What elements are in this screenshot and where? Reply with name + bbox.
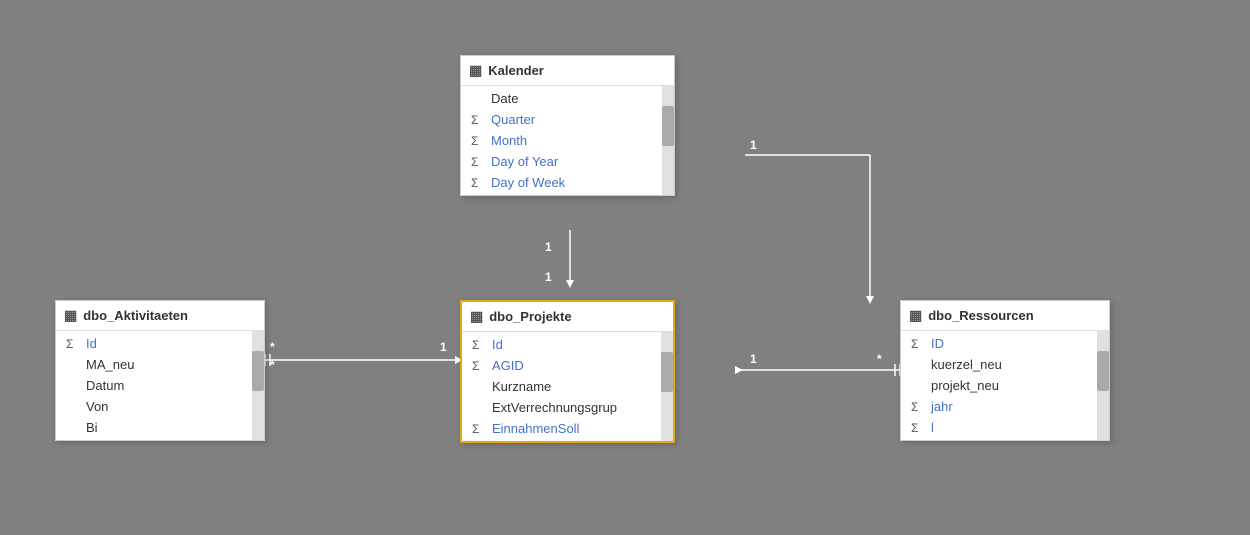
relation-label-aktiv-proj-left: * <box>270 340 275 354</box>
field-kalender-month[interactable]: Σ Month <box>461 130 660 151</box>
field-kalender-quarter[interactable]: Σ Quarter <box>461 109 660 130</box>
field-projekte-id[interactable]: Σ Id <box>462 334 659 355</box>
field-kalender-dayofyear[interactable]: Σ Day of Year <box>461 151 660 172</box>
table-projekte-icon: ▦ <box>470 308 483 325</box>
field-kalender-date[interactable]: Date <box>461 88 660 109</box>
field-label: EinnahmenSoll <box>492 421 579 436</box>
scrollbar-aktivitaeten-thumb[interactable] <box>252 351 264 391</box>
sigma-icon: Σ <box>66 337 80 351</box>
field-aktiv-von[interactable]: Von <box>56 396 250 417</box>
table-aktivitaeten-header: ▦ dbo_Aktivitaeten <box>56 301 264 331</box>
field-label: l <box>931 420 934 435</box>
field-aktiv-datum[interactable]: Datum <box>56 375 250 396</box>
sigma-icon: Σ <box>911 400 925 414</box>
scrollbar-kalender-thumb[interactable] <box>662 106 674 146</box>
sigma-icon: Σ <box>472 359 486 373</box>
sigma-icon: Σ <box>472 422 486 436</box>
field-label: Id <box>86 336 97 351</box>
field-label: Day of Week <box>491 175 565 190</box>
scrollbar-kalender[interactable] <box>662 86 674 195</box>
table-ressourcen-title: dbo_Ressourcen <box>928 308 1033 323</box>
field-res-kuerzel[interactable]: kuerzel_neu <box>901 354 1095 375</box>
field-label: AGID <box>492 358 524 373</box>
field-label: Kurzname <box>492 379 551 394</box>
field-projekte-extverr[interactable]: ExtVerrechnungsgrup <box>462 397 659 418</box>
field-aktiv-bi[interactable]: Bi <box>56 417 250 438</box>
scrollbar-projekte[interactable] <box>661 332 673 441</box>
table-kalender[interactable]: ▦ Kalender Date Σ Quarter Σ Month Σ Day … <box>460 55 675 196</box>
relation-label-aktiv-proj-left2: * <box>270 358 275 372</box>
field-label: kuerzel_neu <box>931 357 1002 372</box>
scrollbar-ressourcen-thumb[interactable] <box>1097 351 1109 391</box>
field-label: Day of Year <box>491 154 558 169</box>
field-label: ID <box>931 336 944 351</box>
sigma-icon: Σ <box>471 113 485 127</box>
table-projekte-title: dbo_Projekte <box>489 309 571 324</box>
table-projekte-body: Σ Id Σ AGID Kurzname ExtVerrechnungsgrup… <box>462 332 673 441</box>
scrollbar-projekte-thumb[interactable] <box>661 352 673 392</box>
relation-label-kalender-projekte-top: 1 <box>545 240 552 254</box>
sigma-icon: Σ <box>471 176 485 190</box>
sigma-icon: Σ <box>911 421 925 435</box>
relation-label-kalender-projekte-bottom: 1 <box>545 270 552 284</box>
field-aktiv-maneu[interactable]: MA_neu <box>56 354 250 375</box>
table-kalender-icon: ▦ <box>469 62 482 79</box>
field-res-projekt[interactable]: projekt_neu <box>901 375 1095 396</box>
field-label: Month <box>491 133 527 148</box>
field-label: Date <box>491 91 518 106</box>
table-projekte-header: ▦ dbo_Projekte <box>462 302 673 332</box>
table-kalender-title: Kalender <box>488 63 544 78</box>
table-aktivitaeten-icon: ▦ <box>64 307 77 324</box>
sigma-icon: Σ <box>911 337 925 351</box>
table-kalender-header: ▦ Kalender <box>461 56 674 86</box>
table-ressourcen-body: Σ ID kuerzel_neu projekt_neu Σ jahr Σ l <box>901 331 1109 440</box>
relation-label-proj-res-right: * <box>877 352 882 366</box>
field-projekte-einnahmen[interactable]: Σ EinnahmenSoll <box>462 418 659 439</box>
sigma-icon: Σ <box>471 134 485 148</box>
scrollbar-ressourcen[interactable] <box>1097 331 1109 440</box>
table-dbo-projekte[interactable]: ▦ dbo_Projekte Σ Id Σ AGID Kurzname ExtV… <box>460 300 675 443</box>
table-aktivitaeten-title: dbo_Aktivitaeten <box>83 308 188 323</box>
field-aktiv-id[interactable]: Σ Id <box>56 333 250 354</box>
field-label: MA_neu <box>86 357 134 372</box>
field-kalender-dayofweek[interactable]: Σ Day of Week <box>461 172 660 193</box>
sigma-icon: Σ <box>471 155 485 169</box>
field-label: Von <box>86 399 108 414</box>
field-res-l[interactable]: Σ l <box>901 417 1095 438</box>
field-label: Bi <box>86 420 98 435</box>
relation-label-kal-res: 1 <box>750 138 757 152</box>
field-projekte-kurzname[interactable]: Kurzname <box>462 376 659 397</box>
field-res-jahr[interactable]: Σ jahr <box>901 396 1095 417</box>
sigma-icon: Σ <box>472 338 486 352</box>
field-label: projekt_neu <box>931 378 999 393</box>
field-label: jahr <box>931 399 953 414</box>
table-ressourcen-header: ▦ dbo_Ressourcen <box>901 301 1109 331</box>
field-label: Id <box>492 337 503 352</box>
relation-label-aktiv-proj-right: 1 <box>440 340 447 354</box>
field-label: Quarter <box>491 112 535 127</box>
table-kalender-body: Date Σ Quarter Σ Month Σ Day of Year Σ D… <box>461 86 674 195</box>
relation-label-proj-res-left: 1 <box>750 352 757 366</box>
table-dbo-aktivitaeten[interactable]: ▦ dbo_Aktivitaeten Σ Id MA_neu Datum Von… <box>55 300 265 441</box>
field-projekte-agid[interactable]: Σ AGID <box>462 355 659 376</box>
field-label: ExtVerrechnungsgrup <box>492 400 617 415</box>
table-dbo-ressourcen[interactable]: ▦ dbo_Ressourcen Σ ID kuerzel_neu projek… <box>900 300 1110 441</box>
field-label: Datum <box>86 378 124 393</box>
table-aktivitaeten-body: Σ Id MA_neu Datum Von Bi <box>56 331 264 440</box>
table-ressourcen-icon: ▦ <box>909 307 922 324</box>
scrollbar-aktivitaeten[interactable] <box>252 331 264 440</box>
field-res-id[interactable]: Σ ID <box>901 333 1095 354</box>
